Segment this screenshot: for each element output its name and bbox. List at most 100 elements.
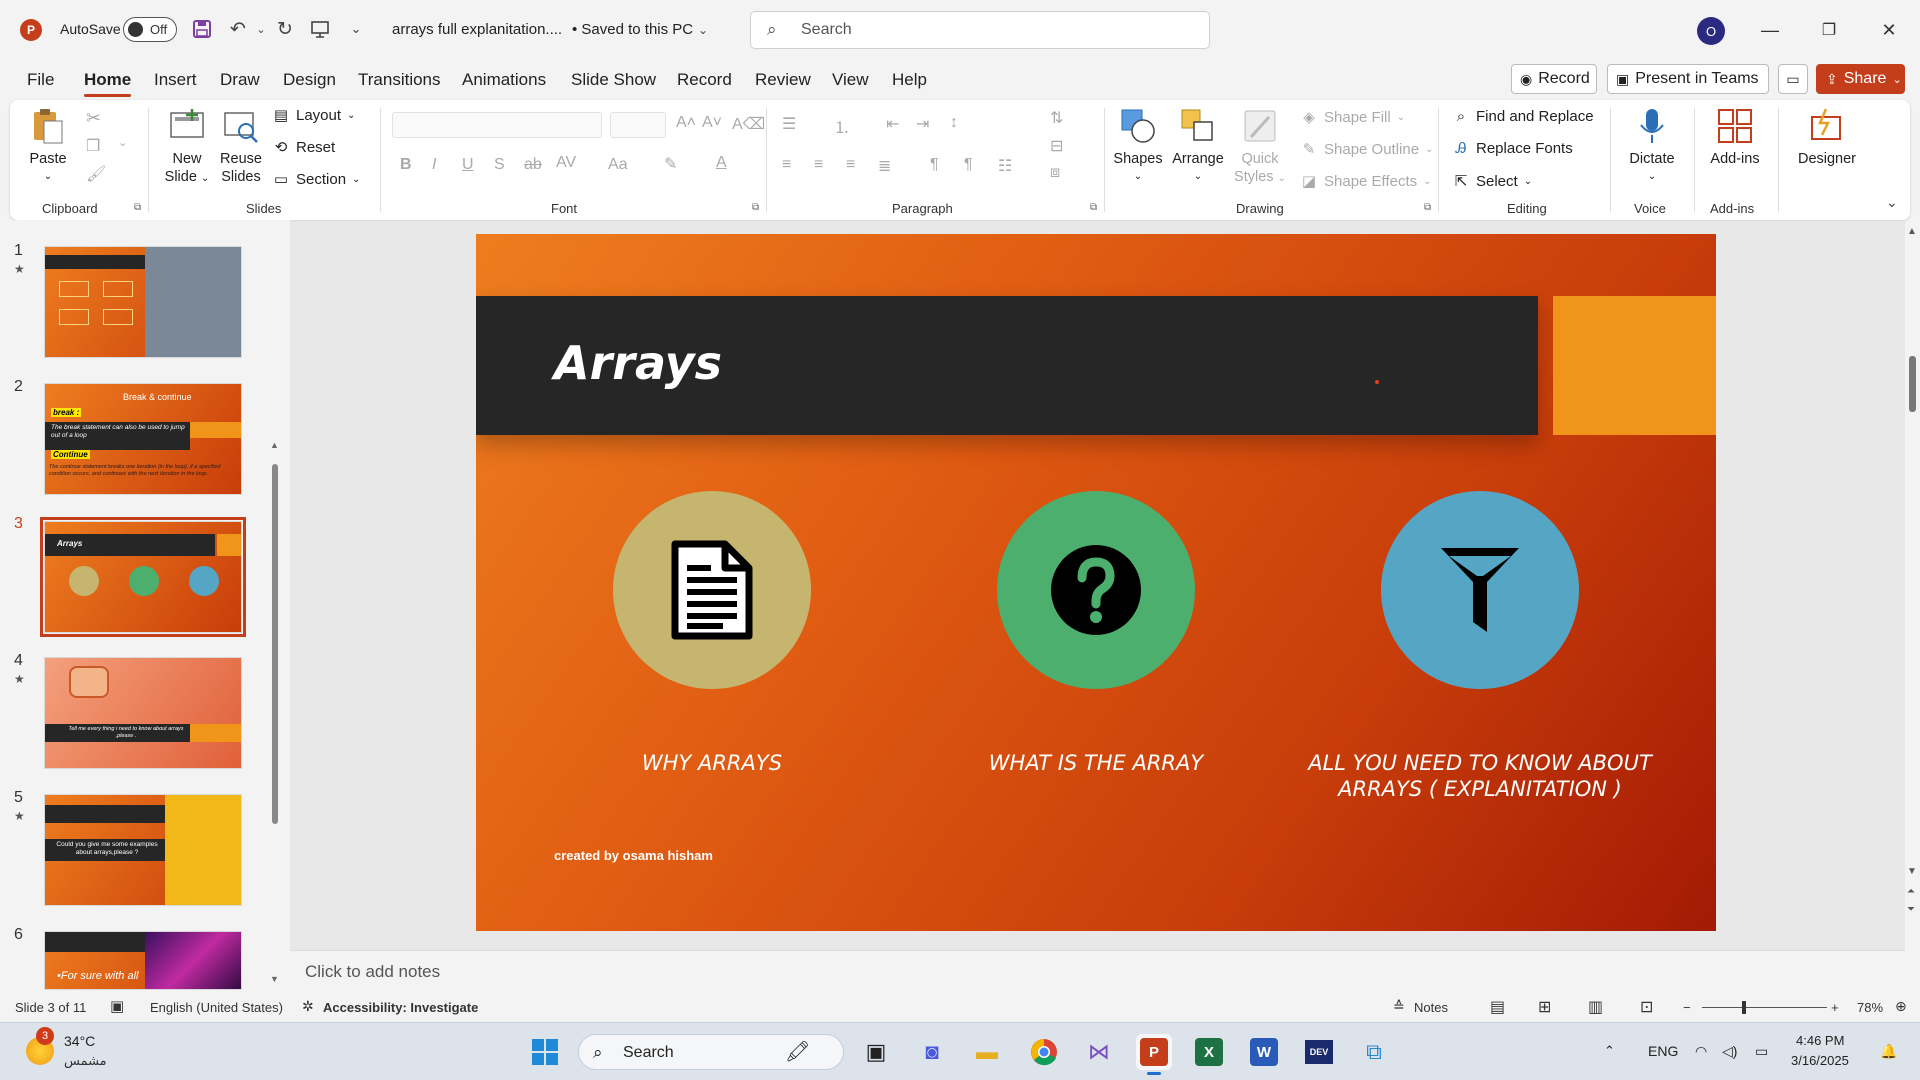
document-title[interactable]: arrays full explanitation.... <box>392 21 562 38</box>
battery-icon[interactable]: ▭ <box>1755 1043 1768 1060</box>
reuse-slides-button[interactable]: Reuse Slides <box>216 106 266 186</box>
save-icon[interactable] <box>189 16 215 42</box>
slide-footer[interactable]: created by osama hisham <box>554 848 713 863</box>
scrollbar-thumb[interactable] <box>1909 356 1916 412</box>
notification-bell-icon[interactable]: 🔔 <box>1880 1043 1897 1060</box>
task-view-icon[interactable]: ▣ <box>858 1034 894 1070</box>
fit-to-window-icon[interactable]: ⊕ <box>1895 998 1907 1015</box>
dev-cpp-icon[interactable]: DEV <box>1301 1034 1337 1070</box>
present-in-teams-button[interactable]: ▣ Present in Teams <box>1607 64 1769 94</box>
editor-scrollbar[interactable]: ▲ ▼ ⏶ ⏷ <box>1905 222 1920 992</box>
bold-icon[interactable]: B <box>400 156 412 174</box>
font-color-icon[interactable]: A <box>716 154 727 172</box>
normal-view-icon[interactable]: ▤ <box>1490 997 1505 1017</box>
tab-review[interactable]: Review <box>755 70 811 90</box>
underline-icon[interactable]: U <box>462 156 474 174</box>
wifi-icon[interactable]: ◠ <box>1695 1043 1707 1060</box>
font-size-select[interactable] <box>610 112 666 138</box>
cut-icon[interactable]: ✂ <box>86 108 101 129</box>
arrange-button[interactable]: Arrange ⌄ <box>1168 106 1228 186</box>
scrollbar-thumb[interactable] <box>272 464 278 824</box>
slide-thumbnail-1[interactable] <box>44 246 242 358</box>
replace-fonts-button[interactable]: Ꭿ Replace Fonts <box>1452 140 1573 157</box>
tab-slide-show[interactable]: Slide Show <box>571 70 656 90</box>
circle-what-is-array[interactable] <box>997 491 1195 689</box>
align-center-icon[interactable]: ≡ <box>814 156 823 174</box>
autosave-toggle[interactable]: Off <box>123 17 177 42</box>
current-slide[interactable]: Arrays WHY ARRAYS WHAT IS THE ARRAY ALL … <box>476 234 1716 931</box>
comments-button[interactable]: ▭ <box>1778 64 1808 94</box>
strikethrough-icon[interactable]: ab <box>524 156 542 174</box>
copy-dropdown-icon[interactable]: ⌄ <box>118 136 127 149</box>
slide-thumbnail-5[interactable]: Could you give me some examples about ar… <box>44 794 242 906</box>
tab-record[interactable]: Record <box>677 70 732 90</box>
zoom-in-icon[interactable]: + <box>1831 1000 1839 1015</box>
justify-icon[interactable]: ≣ <box>878 156 891 176</box>
paste-button[interactable]: Paste ⌄ <box>26 106 70 186</box>
label-what-is-array[interactable]: WHAT IS THE ARRAY <box>916 750 1276 776</box>
label-why-arrays[interactable]: WHY ARRAYS <box>532 750 892 776</box>
slide-thumbnail-4[interactable]: Tell me every thing i need to know about… <box>44 657 242 769</box>
tab-draw[interactable]: Draw <box>220 70 260 90</box>
dialog-launcher-icon[interactable]: ⧉ <box>1090 202 1097 213</box>
align-right-icon[interactable]: ≡ <box>846 156 855 174</box>
quick-styles-button[interactable]: Quick Styles ⌄ <box>1232 106 1288 188</box>
label-all-you-need[interactable]: ALL YOU NEED TO KNOW ABOUT ARRAYS ( EXPL… <box>1300 750 1660 802</box>
weather-temp[interactable]: 34°C <box>64 1033 95 1049</box>
scroll-up-icon[interactable]: ▲ <box>270 440 279 450</box>
show-hidden-icons-icon[interactable]: ⌃ <box>1604 1043 1615 1059</box>
clock-time[interactable]: 4:46 PM <box>1796 1033 1844 1048</box>
character-spacing-icon[interactable]: AV <box>556 154 576 172</box>
numbering-icon[interactable]: ⒈ <box>834 114 850 138</box>
new-slide-button[interactable]: New Slide ⌄ <box>162 106 212 188</box>
smartart-icon[interactable]: ⧈ <box>1050 164 1060 182</box>
circle-all-you-need[interactable] <box>1381 491 1579 689</box>
chevron-down-icon[interactable]: ⌄ <box>690 17 716 43</box>
taskbar-search-input[interactable]: ⌕ Search 🖍 <box>578 1034 844 1070</box>
columns-icon[interactable]: ☷ <box>998 156 1012 176</box>
start-button-icon[interactable] <box>527 1034 563 1070</box>
zoom-out-icon[interactable]: − <box>1683 1000 1691 1015</box>
zoom-slider[interactable] <box>1702 1007 1827 1008</box>
search-input[interactable]: ⌕ Search <box>750 11 1210 49</box>
thumbnail-scrollbar[interactable]: ▲ <box>270 440 280 824</box>
scroll-up-icon[interactable]: ▲ <box>1907 226 1917 237</box>
customize-toolbar-icon[interactable]: ⌄ <box>343 16 369 42</box>
copy-icon[interactable]: ❐ <box>86 136 100 156</box>
dialog-launcher-icon[interactable]: ⧉ <box>134 202 141 213</box>
scroll-down-icon[interactable]: ▼ <box>1907 866 1917 877</box>
tab-file[interactable]: File <box>27 70 54 90</box>
slide-sorter-icon[interactable]: ⊞ <box>1538 997 1551 1017</box>
scroll-down-icon[interactable]: ▼ <box>270 974 279 984</box>
designer-button[interactable]: Designer <box>1786 106 1868 168</box>
dialog-launcher-icon[interactable]: ⧉ <box>1424 202 1431 213</box>
decrease-indent-icon[interactable]: ⇤ <box>886 114 899 134</box>
tab-transitions[interactable]: Transitions <box>358 70 441 90</box>
file-explorer-icon[interactable]: ▬ <box>969 1034 1005 1070</box>
tab-view[interactable]: View <box>832 70 869 90</box>
spellcheck-icon[interactable]: ▣ <box>110 997 124 1015</box>
text-direction-icon[interactable]: ⇅ <box>1050 108 1063 128</box>
slideshow-icon[interactable]: ⊡ <box>1640 997 1653 1017</box>
notes-button[interactable]: Notes <box>1414 1000 1448 1015</box>
shape-fill-button[interactable]: ◈ Shape Fill ⌄ <box>1300 108 1405 127</box>
redo-icon[interactable]: ↻ <box>272 16 298 42</box>
select-button[interactable]: ⇱ Select ⌄ <box>1452 172 1532 191</box>
decrease-font-icon[interactable]: A˅ <box>702 114 722 132</box>
shape-effects-button[interactable]: ◪ Shape Effects ⌄ <box>1300 172 1432 191</box>
slide-thumbnail-6[interactable]: •For sure with all <box>44 931 242 990</box>
find-replace-button[interactable]: ⌕ Find and Replace <box>1452 108 1594 125</box>
shapes-button[interactable]: Shapes ⌄ <box>1110 106 1166 186</box>
clock-date[interactable]: 3/16/2025 <box>1791 1053 1849 1068</box>
font-family-select[interactable] <box>392 112 602 138</box>
section-button[interactable]: ▭ Section ⌄ <box>272 170 361 189</box>
align-text-icon[interactable]: ⊟ <box>1050 136 1063 156</box>
teams-chat-icon[interactable]: ◙ <box>914 1034 950 1070</box>
slide-thumbnail-2[interactable]: Break & continue break : The break state… <box>44 383 242 495</box>
align-left-icon[interactable]: ≡ <box>782 156 791 174</box>
language-indicator[interactable]: ENG <box>1648 1043 1678 1059</box>
tab-insert[interactable]: Insert <box>154 70 197 90</box>
clear-formatting-icon[interactable]: A⌫ <box>732 114 765 134</box>
accessibility-status[interactable]: Accessibility: Investigate <box>323 1000 478 1015</box>
dialog-launcher-icon[interactable]: ⧉ <box>752 202 759 213</box>
